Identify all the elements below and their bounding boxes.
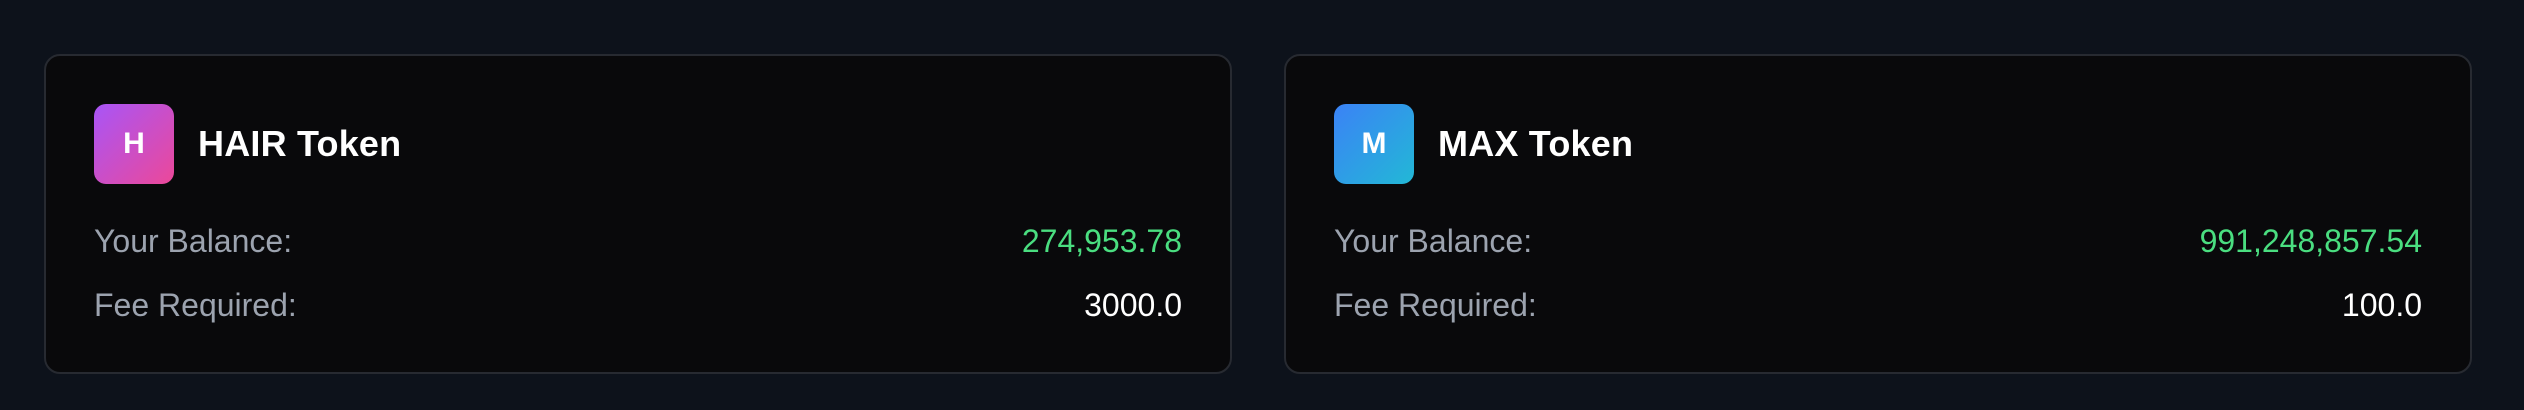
token-icon-letter: H bbox=[123, 127, 145, 160]
token-card-max: M MAX Token Your Balance: 991,248,857.54… bbox=[1284, 54, 2472, 374]
balance-value: 274,953.78 bbox=[1021, 222, 1182, 259]
balance-row: Your Balance: 991,248,857.54 bbox=[1334, 218, 2422, 264]
fee-value: 100.0 bbox=[2341, 286, 2422, 323]
balance-value: 991,248,857.54 bbox=[2199, 222, 2422, 259]
token-card-header: H HAIR Token bbox=[94, 104, 401, 184]
token-card-header: M MAX Token bbox=[1334, 104, 1633, 184]
fee-value: 3000.0 bbox=[1084, 286, 1182, 323]
token-name: HAIR Token bbox=[198, 123, 402, 164]
balance-label: Your Balance: bbox=[94, 222, 293, 259]
fee-label: Fee Required: bbox=[94, 286, 297, 323]
fee-row: Fee Required: 3000.0 bbox=[94, 282, 1182, 328]
hair-token-icon: H bbox=[94, 104, 174, 184]
fee-label: Fee Required: bbox=[1334, 286, 1537, 323]
token-card-hair: H HAIR Token Your Balance: 274,953.78 Fe… bbox=[44, 54, 1232, 374]
max-token-icon: M bbox=[1334, 104, 1414, 184]
balance-label: Your Balance: bbox=[1334, 222, 1533, 259]
token-cards-container: H HAIR Token Your Balance: 274,953.78 Fe… bbox=[0, 0, 2524, 410]
token-name: MAX Token bbox=[1438, 123, 1634, 164]
fee-row: Fee Required: 100.0 bbox=[1334, 282, 2422, 328]
balance-row: Your Balance: 274,953.78 bbox=[94, 218, 1182, 264]
token-icon-letter: M bbox=[1361, 127, 1387, 160]
